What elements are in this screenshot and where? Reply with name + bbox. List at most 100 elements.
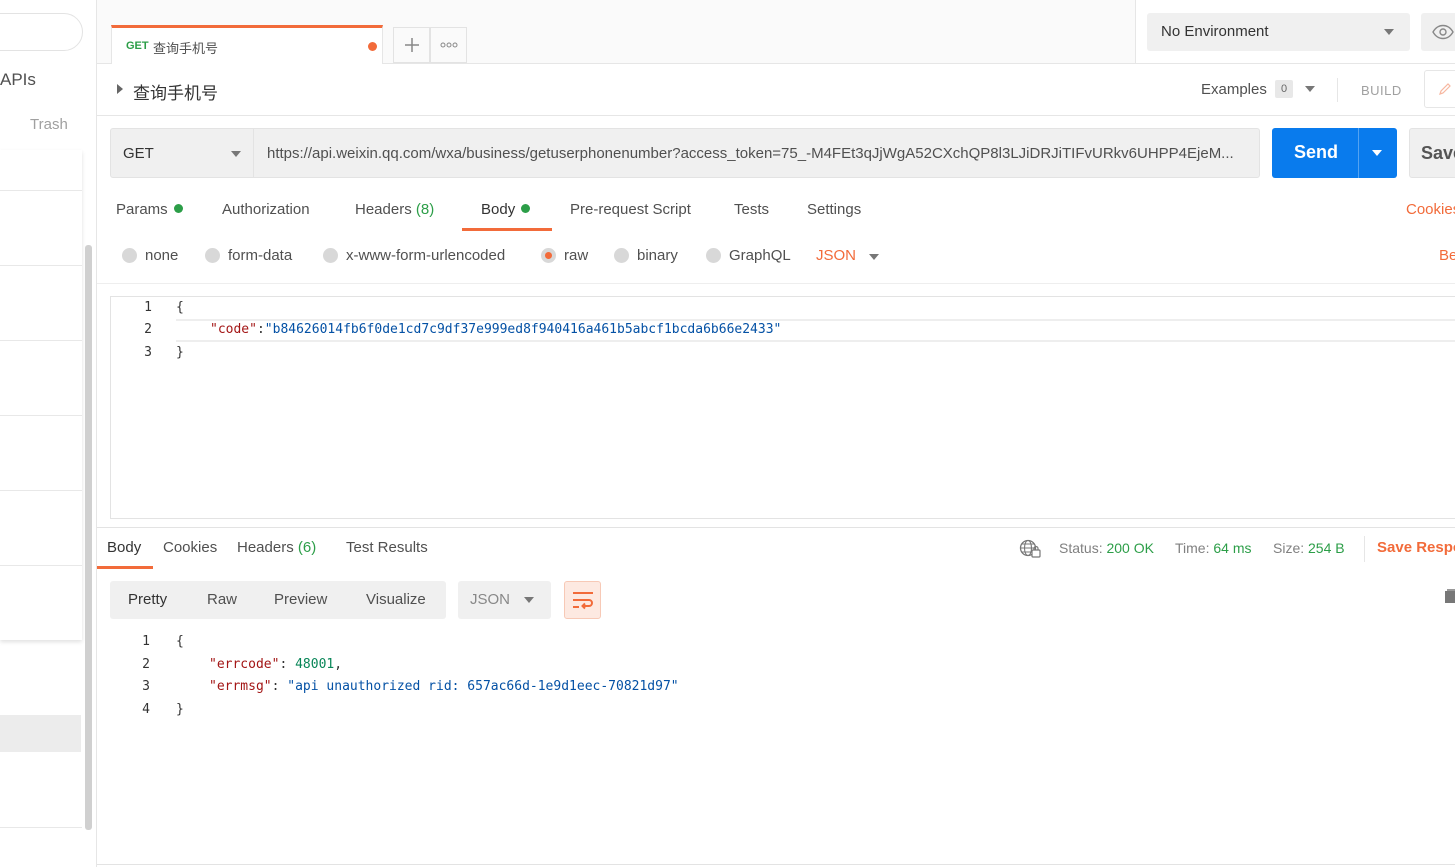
tab-authorization[interactable]: Authorization	[222, 201, 310, 218]
edit-button[interactable]	[1424, 70, 1455, 108]
new-tab-button[interactable]	[393, 27, 430, 63]
tab-headers-label: Headers	[355, 201, 412, 218]
body-active-dot	[521, 204, 531, 213]
sidebar-selected-item[interactable]	[0, 715, 81, 752]
json-key: "code"	[210, 322, 257, 337]
tab-headers[interactable]: Headers (8)	[355, 201, 434, 218]
response-tab-headers-label: Headers	[237, 539, 294, 556]
size-label: Size:	[1273, 540, 1305, 556]
body-mode-graphql[interactable]: GraphQL	[706, 247, 791, 264]
save-response-label: Save Response	[1377, 539, 1455, 556]
http-method-select[interactable]: GET	[110, 128, 254, 178]
headers-count: (8)	[415, 201, 435, 218]
tab-body[interactable]: Body	[481, 201, 531, 218]
params-active-dot	[173, 204, 183, 213]
view-raw-button[interactable]: Raw	[207, 591, 237, 608]
chevron-down-icon	[231, 151, 241, 157]
response-format-select[interactable]: JSON	[458, 581, 551, 619]
code-line: {	[176, 300, 184, 315]
code-line: }	[176, 702, 184, 717]
url-input[interactable]: https://api.weixin.qq.com/wxa/business/g…	[253, 128, 1260, 178]
tab-params[interactable]: Params	[116, 201, 183, 218]
tab-tests[interactable]: Tests	[734, 201, 769, 218]
radio-icon	[122, 248, 137, 263]
beautify-link-label: Beautify	[1439, 247, 1455, 264]
tab-settings[interactable]: Settings	[807, 201, 861, 218]
copy-icon[interactable]	[1444, 588, 1455, 604]
json-number-value: 48001	[295, 657, 335, 672]
body-mode-raw[interactable]: raw	[541, 247, 588, 264]
body-mode-urlencoded[interactable]: x-www-form-urlencoded	[323, 247, 505, 264]
json-key: "errmsg"	[209, 679, 272, 694]
response-tab-headers[interactable]: Headers (6)	[237, 539, 316, 556]
send-button[interactable]: Send	[1272, 128, 1397, 178]
save-button-label: Save	[1421, 143, 1455, 163]
list-separator	[0, 340, 82, 341]
line-number: 3	[142, 679, 150, 694]
wrap-lines-button[interactable]	[564, 581, 601, 619]
request-title[interactable]: 查询手机号	[133, 79, 218, 104]
radio-icon	[205, 248, 220, 263]
body-mode-binary[interactable]: binary	[614, 247, 678, 264]
list-separator	[0, 190, 82, 191]
body-mode-form-data-label: form-data	[228, 247, 293, 264]
chevron-down-icon[interactable]	[1372, 150, 1382, 156]
view-pretty-button[interactable]: Pretty	[128, 591, 167, 608]
tab-options-button[interactable]	[430, 27, 467, 63]
request-tab-name: 查询手机号	[153, 41, 219, 56]
divider	[97, 864, 1455, 865]
pencil-icon	[1439, 83, 1451, 95]
save-response-button[interactable]: Save Response	[1377, 539, 1455, 556]
line-number: 1	[144, 300, 152, 315]
active-tab-underline	[97, 566, 153, 569]
response-status: Status: 200 OK	[1059, 540, 1154, 556]
response-tab-test-results[interactable]: Test Results	[346, 539, 428, 556]
body-mode-none-label: none	[145, 247, 179, 264]
time-value: 64 ms	[1213, 540, 1252, 556]
pane-divider[interactable]	[97, 527, 1455, 528]
environment-select-value: No Environment	[1161, 23, 1269, 40]
view-visualize-button[interactable]: Visualize	[366, 591, 426, 608]
response-size: Size: 254 B	[1273, 540, 1345, 556]
json-string-value: "b84626014fb6f0de1cd7c9df37e999ed8f94041…	[264, 322, 782, 337]
sidebar-scrollbar[interactable]	[85, 245, 92, 830]
beautify-link[interactable]: Beautify	[1439, 247, 1455, 264]
json-key: "errcode"	[209, 657, 280, 672]
chevron-down-icon[interactable]	[869, 254, 879, 260]
cookies-link[interactable]: Cookies	[1406, 201, 1455, 218]
status-value: 200 OK	[1106, 540, 1154, 556]
divider	[1358, 128, 1359, 178]
environment-quick-look-button[interactable]	[1421, 13, 1455, 51]
body-language-select[interactable]: JSON	[816, 247, 856, 264]
body-mode-none[interactable]: none	[122, 247, 178, 264]
active-tab-underline	[462, 228, 552, 231]
request-title-row: 查询手机号 Examples 0 BUILD	[97, 64, 1455, 116]
environment-select[interactable]: No Environment	[1147, 13, 1410, 51]
send-button-label: Send	[1294, 142, 1339, 162]
response-headers-count: (6)	[297, 539, 317, 556]
more-dots-icon	[440, 42, 457, 48]
examples-label[interactable]: Examples	[1201, 81, 1267, 98]
build-mode-label[interactable]: BUILD	[1361, 83, 1402, 98]
response-time: Time: 64 ms	[1175, 540, 1252, 556]
chevron-down-icon[interactable]	[1305, 86, 1315, 92]
response-tab-body[interactable]: Body	[107, 539, 141, 556]
list-separator	[0, 827, 82, 828]
sidebar-search-input[interactable]	[0, 13, 83, 51]
sidebar-tab-apis[interactable]: APIs	[0, 70, 36, 90]
tab-prerequest-script[interactable]: Pre-request Script	[570, 201, 691, 218]
network-globe-icon[interactable]	[1019, 539, 1041, 559]
save-button[interactable]: Save	[1409, 128, 1455, 178]
list-separator	[0, 415, 82, 416]
response-tab-cookies[interactable]: Cookies	[163, 539, 217, 556]
chevron-down-icon	[1384, 29, 1394, 35]
url-input-value: https://api.weixin.qq.com/wxa/business/g…	[267, 145, 1234, 162]
view-preview-button[interactable]: Preview	[274, 591, 327, 608]
sidebar-collection-list	[0, 150, 82, 640]
wrap-lines-icon	[573, 592, 593, 610]
sidebar-trash-link[interactable]: Trash	[30, 116, 68, 133]
body-mode-form-data[interactable]: form-data	[205, 247, 292, 264]
request-tab[interactable]: GET 查询手机号	[111, 25, 383, 64]
body-mode-raw-label: raw	[564, 247, 589, 264]
caret-right-icon[interactable]	[117, 84, 123, 94]
